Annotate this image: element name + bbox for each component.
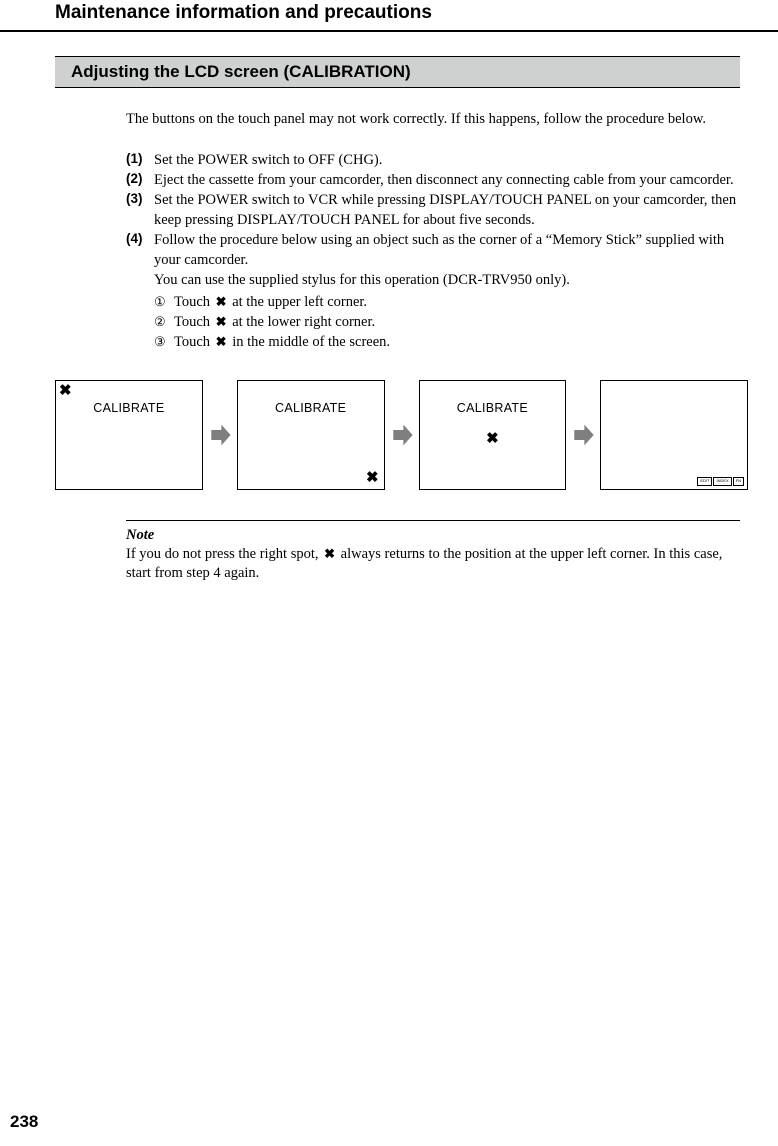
page-header: Maintenance information and precautions xyxy=(0,2,778,32)
sub-post: in the middle of the screen. xyxy=(229,334,390,350)
arrow-right-icon xyxy=(391,424,413,446)
step-body: Set the POWER switch to OFF (CHG). xyxy=(154,150,740,170)
circled-1-icon: ① xyxy=(154,293,174,311)
screen-label: CALIBRATE xyxy=(420,401,566,415)
calibration-diagram: CALIBRATE ✖ CALIBRATE ✖ CALIBRATE ✖ EDIT… xyxy=(55,380,748,490)
substep-text: Touch ✖ at the upper left corner. xyxy=(174,292,367,312)
sub-post: at the upper left corner. xyxy=(229,294,368,310)
substep-text: Touch ✖ at the lower right corner. xyxy=(174,312,375,332)
x-icon: ✖ xyxy=(214,313,229,331)
x-icon: ✖ xyxy=(322,545,337,563)
screen-2: CALIBRATE ✖ xyxy=(237,380,385,490)
section-heading-bar: Adjusting the LCD screen (CALIBRATION) xyxy=(55,56,740,88)
sub-pre: Touch xyxy=(174,314,214,330)
step-body: Eject the cassette from your camcorder, … xyxy=(154,170,740,190)
procedure-steps: (1) Set the POWER switch to OFF (CHG). (… xyxy=(126,150,740,352)
screen-4-final: EDIT INDEX FN xyxy=(600,380,748,490)
step-4-extra: You can use the supplied stylus for this… xyxy=(154,272,570,288)
arrow-right-icon xyxy=(572,424,594,446)
step-body: Set the POWER switch to VCR while pressi… xyxy=(154,190,740,230)
header-text: Maintenance information and precautions xyxy=(55,2,432,23)
note-section: Note If you do not press the right spot,… xyxy=(126,520,740,584)
x-icon: ✖ xyxy=(486,432,499,447)
substep-text: Touch ✖ in the middle of the screen. xyxy=(174,332,390,352)
note-label: Note xyxy=(126,527,740,544)
substep-3: ③ Touch ✖ in the middle of the screen. xyxy=(154,332,740,352)
substep-1: ① Touch ✖ at the upper left corner. xyxy=(154,292,740,312)
x-icon: ✖ xyxy=(366,471,379,486)
edit-button-icon: EDIT xyxy=(697,477,712,486)
step-4-text: Follow the procedure below using an obje… xyxy=(154,232,724,268)
step-number: (3) xyxy=(126,190,154,230)
fn-button-icon: FN xyxy=(733,477,744,486)
x-icon: ✖ xyxy=(214,293,229,311)
step-number: (1) xyxy=(126,150,154,170)
step-number: (2) xyxy=(126,170,154,190)
x-icon: ✖ xyxy=(59,384,72,399)
step-4: (4) Follow the procedure below using an … xyxy=(126,230,740,352)
index-button-icon: INDEX xyxy=(713,477,731,486)
sub-pre: Touch xyxy=(174,294,214,310)
final-screen-buttons: EDIT INDEX FN xyxy=(697,477,744,486)
step-2: (2) Eject the cassette from your camcord… xyxy=(126,170,740,190)
circled-2-icon: ② xyxy=(154,313,174,331)
page-number: 238 xyxy=(10,1112,38,1132)
note-pre: If you do not press the right spot, xyxy=(126,546,322,562)
step-3: (3) Set the POWER switch to VCR while pr… xyxy=(126,190,740,230)
circled-3-icon: ③ xyxy=(154,333,174,351)
substep-2: ② Touch ✖ at the lower right corner. xyxy=(154,312,740,332)
screen-label: CALIBRATE xyxy=(56,401,202,415)
step-body: Follow the procedure below using an obje… xyxy=(154,230,740,352)
section-heading: Adjusting the LCD screen (CALIBRATION) xyxy=(71,62,411,81)
screen-3: CALIBRATE ✖ xyxy=(419,380,567,490)
step-1: (1) Set the POWER switch to OFF (CHG). xyxy=(126,150,740,170)
substeps: ① Touch ✖ at the upper left corner. ② To… xyxy=(154,292,740,352)
sub-pre: Touch xyxy=(174,334,214,350)
arrow-right-icon xyxy=(209,424,231,446)
step-number: (4) xyxy=(126,230,154,352)
x-icon: ✖ xyxy=(214,333,229,351)
note-body: If you do not press the right spot, ✖ al… xyxy=(126,545,740,584)
screen-label: CALIBRATE xyxy=(238,401,384,415)
intro-paragraph: The buttons on the touch panel may not w… xyxy=(126,110,738,130)
screen-1: CALIBRATE ✖ xyxy=(55,380,203,490)
sub-post: at the lower right corner. xyxy=(229,314,376,330)
